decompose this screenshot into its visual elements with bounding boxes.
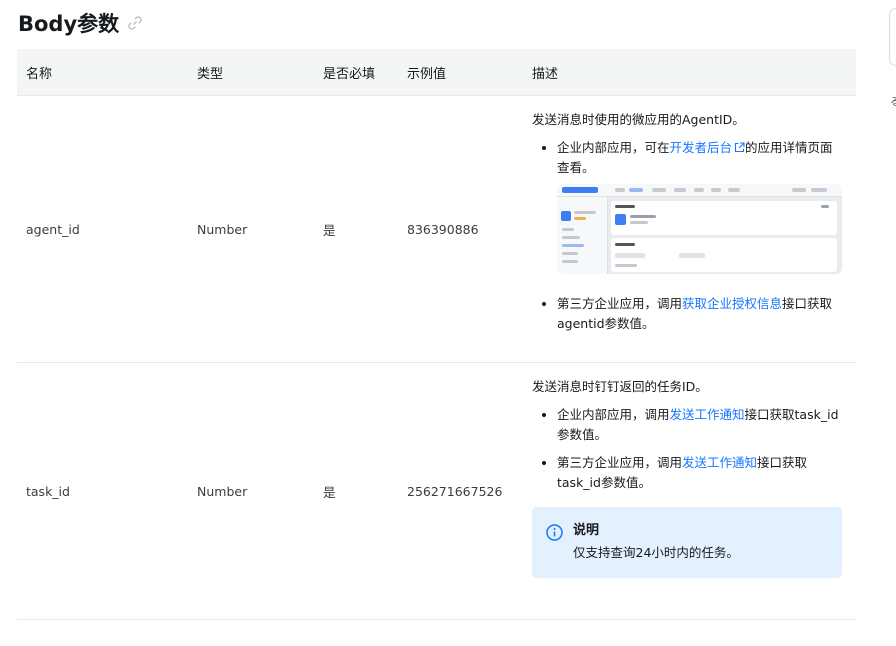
note-body: 仅支持查询24小时内的任务。: [573, 545, 739, 560]
list-item-text: 企业内部应用，可在: [557, 140, 670, 155]
list-item: 第三方企业应用，调用获取企业授权信息接口获取agentid参数值。: [557, 294, 842, 334]
list-item: 企业内部应用，调用发送工作通知接口获取task_id参数值。: [557, 405, 842, 445]
list-item: 企业内部应用，可在开发者后台的应用详情页面查看。: [557, 138, 842, 274]
anchor-link-icon[interactable]: [126, 14, 144, 32]
list-item-text: 第三方企业应用，调用: [557, 455, 683, 470]
edge-text: る: [890, 95, 896, 108]
note-callout: 说明 仅支持查询24小时内的任务。: [532, 507, 842, 578]
developer-console-link[interactable]: 开发者后台: [670, 140, 746, 155]
description-list: 企业内部应用，可在开发者后台的应用详情页面查看。: [532, 138, 842, 334]
param-type: Number: [197, 483, 248, 499]
header-name: 名称: [26, 66, 53, 82]
section-title: Body参数: [18, 8, 144, 38]
table-row: agent_id Number 是 836390886 发送消息时使用的微应用的…: [17, 96, 856, 363]
external-link-icon: [734, 139, 745, 153]
table-header: 名称 类型 是否必填 示例值 描述: [17, 49, 856, 96]
note-title: 说明: [573, 523, 600, 538]
param-name: task_id: [26, 483, 70, 499]
param-type: Number: [197, 221, 248, 237]
get-auth-info-link[interactable]: 获取企业授权信息: [682, 296, 782, 311]
description-intro: 发送消息时钉钉返回的任务ID。: [532, 379, 708, 394]
side-panel-edge: [889, 8, 896, 66]
send-work-notice-link[interactable]: 发送工作通知: [682, 455, 757, 470]
header-example: 示例值: [407, 66, 447, 82]
param-required: 是: [323, 222, 336, 238]
header-type: 类型: [197, 66, 224, 82]
table-row: task_id Number 是 256271667526 发送消息时钉钉返回的…: [17, 363, 856, 620]
param-required: 是: [323, 484, 336, 500]
description-intro: 发送消息时使用的微应用的AgentID。: [532, 112, 745, 127]
header-required: 是否必填: [323, 66, 376, 82]
param-example: 836390886: [407, 221, 479, 237]
send-work-notice-link[interactable]: 发送工作通知: [670, 407, 745, 422]
list-item-text: 第三方企业应用，调用: [557, 296, 683, 311]
body-params-table: 名称 类型 是否必填 示例值 描述 agent_id Number 是 8363…: [17, 49, 856, 620]
list-item: 第三方企业应用，调用发送工作通知接口获取task_id参数值。: [557, 453, 842, 493]
description-list: 企业内部应用，调用发送工作通知接口获取task_id参数值。 第三方企业应用，调…: [532, 405, 842, 493]
param-description: 发送消息时使用的微应用的AgentID。 企业内部应用，可在开发者后台的应用详情…: [523, 96, 856, 362]
link-text: 开发者后台: [669, 140, 733, 155]
info-icon: [546, 524, 563, 541]
section-title-text: Body参数: [18, 12, 120, 36]
app-detail-screenshot: [557, 184, 842, 274]
list-item-text: 企业内部应用，调用: [557, 407, 670, 422]
header-description: 描述: [532, 66, 559, 82]
param-description: 发送消息时钉钉返回的任务ID。 企业内部应用，调用发送工作通知接口获取task_…: [523, 363, 856, 619]
param-example: 256271667526: [407, 483, 503, 499]
param-name: agent_id: [26, 221, 80, 237]
